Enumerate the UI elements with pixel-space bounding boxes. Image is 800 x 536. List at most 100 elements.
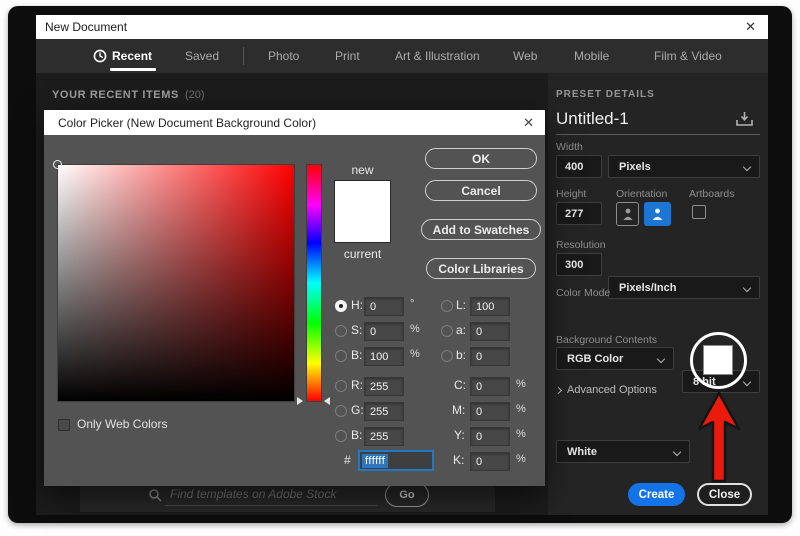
color-picker-close-icon[interactable]: ✕ bbox=[523, 115, 545, 131]
document-name-underline bbox=[556, 134, 760, 135]
document-name-field[interactable]: Untitled-1 bbox=[556, 109, 629, 129]
hex-input[interactable]: ffffff bbox=[358, 450, 434, 471]
tab-print[interactable]: Print bbox=[335, 39, 360, 73]
background-contents-value: White bbox=[567, 446, 597, 458]
color-picker-titlebar: Color Picker (New Document Background Co… bbox=[44, 110, 545, 135]
h-input[interactable]: 0 bbox=[364, 297, 404, 316]
tab-divider bbox=[243, 47, 244, 65]
lab-b-radio[interactable] bbox=[441, 350, 453, 362]
hue-slider-marker-right[interactable] bbox=[324, 397, 330, 405]
annotation-circle bbox=[690, 332, 747, 389]
background-contents-dropdown[interactable]: White bbox=[556, 440, 690, 463]
width-unit-dropdown[interactable]: Pixels bbox=[608, 155, 760, 178]
width-input[interactable]: 400 bbox=[556, 155, 602, 178]
a-radio[interactable] bbox=[441, 325, 453, 337]
color-libraries-button[interactable]: Color Libraries bbox=[426, 258, 536, 279]
height-input[interactable]: 277 bbox=[556, 202, 602, 225]
artboards-checkbox[interactable] bbox=[692, 205, 706, 219]
hue-slider-marker-left[interactable] bbox=[297, 397, 303, 405]
orientation-landscape-button[interactable] bbox=[644, 202, 671, 226]
recent-clock-icon bbox=[93, 49, 107, 63]
close-button[interactable]: Close bbox=[697, 483, 752, 506]
only-web-colors-checkbox[interactable] bbox=[58, 419, 70, 431]
m-label: M: bbox=[452, 403, 465, 417]
color-field[interactable] bbox=[57, 164, 295, 402]
artboards-label: Artboards bbox=[689, 188, 735, 200]
m-input[interactable]: 0 bbox=[470, 402, 510, 421]
k-label: K: bbox=[453, 453, 464, 467]
orientation-label: Orientation bbox=[616, 188, 667, 200]
preset-details-title: PRESET DETAILS bbox=[556, 89, 655, 100]
y-label: Y: bbox=[454, 428, 465, 442]
tab-saved[interactable]: Saved bbox=[185, 39, 219, 73]
resolution-input[interactable]: 300 bbox=[556, 253, 602, 276]
hex-value-selected: ffffff bbox=[362, 454, 388, 468]
tab-web[interactable]: Web bbox=[513, 39, 537, 73]
rgb-b-radio[interactable] bbox=[335, 430, 347, 442]
a-input[interactable]: 0 bbox=[470, 322, 510, 341]
window-titlebar: New Document ✕ bbox=[36, 15, 768, 39]
only-web-colors-label: Only Web Colors bbox=[77, 417, 167, 431]
g-input[interactable]: 255 bbox=[364, 402, 404, 421]
save-preset-icon[interactable] bbox=[736, 112, 753, 127]
create-button[interactable]: Create bbox=[628, 483, 685, 506]
background-contents-label: Background Contents bbox=[556, 334, 657, 346]
advanced-options-toggle[interactable]: Advanced Options bbox=[556, 384, 657, 396]
ok-button[interactable]: OK bbox=[425, 148, 537, 169]
recent-items-count: (20) bbox=[185, 89, 205, 101]
window-title: New Document bbox=[36, 20, 127, 34]
k-input[interactable]: 0 bbox=[470, 452, 510, 471]
recent-items-header: YOUR RECENT ITEMS (20) bbox=[52, 89, 205, 101]
chevron-right-icon bbox=[555, 386, 562, 393]
r-input[interactable]: 255 bbox=[364, 377, 404, 396]
c-input[interactable]: 0 bbox=[470, 377, 510, 396]
recent-items-title: YOUR RECENT ITEMS bbox=[52, 89, 179, 101]
tab-film-video[interactable]: Film & Video bbox=[654, 39, 722, 73]
color-mode-dropdown[interactable]: RGB Color bbox=[556, 347, 674, 370]
add-to-swatches-button[interactable]: Add to Swatches bbox=[421, 219, 541, 240]
b-input[interactable]: 100 bbox=[364, 347, 404, 366]
s-input[interactable]: 0 bbox=[364, 322, 404, 341]
rgb-b-input[interactable]: 255 bbox=[364, 427, 404, 446]
chevron-down-icon bbox=[657, 355, 665, 363]
l-radio[interactable] bbox=[441, 300, 453, 312]
hue-slider[interactable] bbox=[306, 164, 322, 402]
y-input[interactable]: 0 bbox=[470, 427, 510, 446]
b-radio[interactable] bbox=[335, 350, 347, 362]
document-tabbar: Recent Saved Photo Print Art & Illustrat… bbox=[36, 39, 768, 73]
tab-mobile[interactable]: Mobile bbox=[574, 39, 609, 73]
tab-art-illustration[interactable]: Art & Illustration bbox=[395, 39, 480, 73]
width-unit-value: Pixels bbox=[619, 161, 651, 173]
tab-photo[interactable]: Photo bbox=[268, 39, 299, 73]
stock-search-underline bbox=[165, 505, 377, 506]
h-label: H: bbox=[351, 298, 363, 312]
portrait-icon bbox=[622, 207, 634, 221]
c-label: C: bbox=[454, 378, 466, 392]
cancel-button[interactable]: Cancel bbox=[425, 180, 537, 201]
b-label: B: bbox=[351, 348, 362, 362]
h-radio[interactable] bbox=[335, 300, 347, 312]
orientation-portrait-button[interactable] bbox=[616, 202, 639, 226]
lab-b-label: b: bbox=[456, 348, 466, 362]
s-label: S: bbox=[351, 323, 362, 337]
lab-b-input[interactable]: 0 bbox=[470, 347, 510, 366]
new-color-label: new bbox=[334, 163, 391, 177]
resolution-label: Resolution bbox=[556, 239, 606, 251]
stock-search-input[interactable] bbox=[170, 484, 375, 504]
landscape-icon bbox=[651, 207, 664, 221]
g-radio[interactable] bbox=[335, 405, 347, 417]
go-button[interactable]: Go bbox=[385, 483, 429, 507]
width-label: Width bbox=[556, 141, 583, 153]
color-picker-title: Color Picker (New Document Background Co… bbox=[44, 116, 316, 130]
r-radio[interactable] bbox=[335, 380, 347, 392]
rgb-b-label: B: bbox=[351, 428, 362, 442]
color-field-marker[interactable] bbox=[53, 160, 62, 169]
s-radio[interactable] bbox=[335, 325, 347, 337]
g-label: G: bbox=[351, 403, 364, 417]
resolution-unit-dropdown[interactable]: Pixels/Inch bbox=[608, 276, 760, 299]
y-unit: % bbox=[516, 428, 526, 440]
window-close-icon[interactable]: ✕ bbox=[745, 19, 768, 35]
height-label: Height bbox=[556, 188, 586, 200]
l-input[interactable]: 100 bbox=[470, 297, 510, 316]
r-label: R: bbox=[351, 378, 363, 392]
